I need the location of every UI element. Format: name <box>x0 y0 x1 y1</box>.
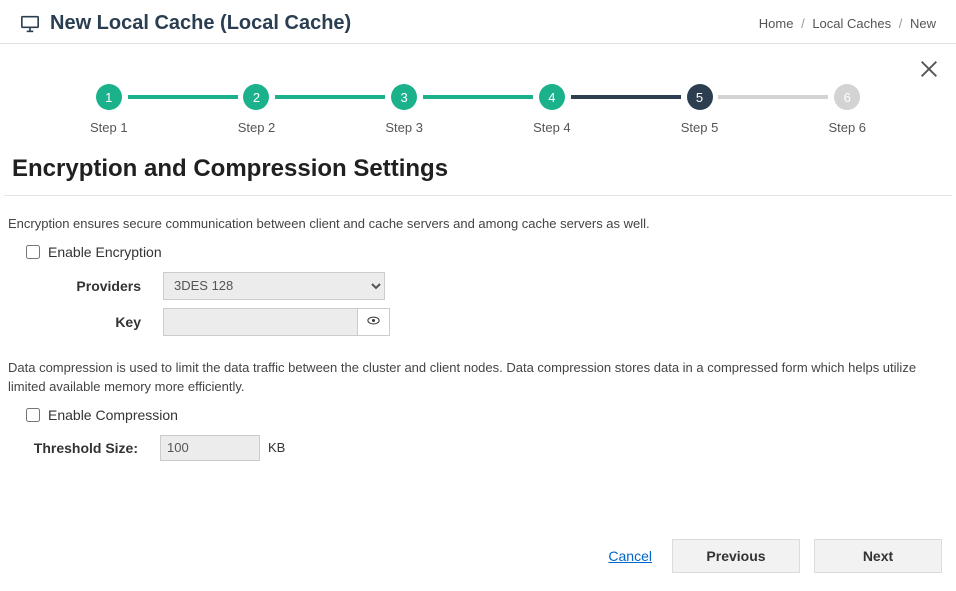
step-circle: 6 <box>834 84 860 110</box>
providers-row: Providers 3DES 128 <box>8 272 948 300</box>
breadcrumb-new: New <box>910 16 936 31</box>
step-label: Step 5 <box>681 120 719 135</box>
step-label: Step 1 <box>90 120 128 135</box>
cancel-link[interactable]: Cancel <box>608 548 652 564</box>
breadcrumb: Home / Local Caches / New <box>759 16 936 31</box>
step-circle: 1 <box>96 84 122 110</box>
breadcrumb-home[interactable]: Home <box>759 16 794 31</box>
enable-compression-label: Enable Compression <box>48 407 178 423</box>
providers-label: Providers <box>8 278 163 294</box>
enable-encryption-checkbox[interactable] <box>26 245 40 259</box>
step-circle: 2 <box>243 84 269 110</box>
page-header: New Local Cache (Local Cache) Home / Loc… <box>0 0 956 44</box>
step-4[interactable]: 4 Step 4 <box>533 84 571 135</box>
header-left: New Local Cache (Local Cache) <box>20 12 351 35</box>
reveal-key-button[interactable] <box>358 308 390 336</box>
eye-icon <box>366 313 381 331</box>
encryption-desc: Encryption ensures secure communication … <box>8 214 948 234</box>
next-button[interactable]: Next <box>814 539 942 573</box>
enable-compression-row[interactable]: Enable Compression <box>26 407 948 423</box>
threshold-unit: KB <box>268 440 285 455</box>
step-6[interactable]: 6 Step 6 <box>828 84 866 135</box>
step-connector <box>275 95 385 99</box>
previous-button[interactable]: Previous <box>672 539 800 573</box>
breadcrumb-sep: / <box>801 16 805 31</box>
step-3[interactable]: 3 Step 3 <box>385 84 423 135</box>
compression-desc: Data compression is used to limit the da… <box>8 358 948 397</box>
step-connector <box>718 95 828 99</box>
step-circle: 3 <box>391 84 417 110</box>
step-label: Step 3 <box>385 120 423 135</box>
threshold-input[interactable] <box>160 435 260 461</box>
step-1[interactable]: 1 Step 1 <box>90 84 128 135</box>
key-row: Key <box>8 308 948 336</box>
step-label: Step 2 <box>238 120 276 135</box>
breadcrumb-sep: / <box>899 16 903 31</box>
step-connector <box>571 95 681 99</box>
wizard-stepper: 1 Step 1 2 Step 2 3 Step 3 4 Step 4 5 St… <box>0 44 956 145</box>
step-label: Step 4 <box>533 120 571 135</box>
section-title: Encryption and Compression Settings <box>4 145 952 196</box>
step-connector <box>423 95 533 99</box>
threshold-row: Threshold Size: KB <box>30 435 948 461</box>
enable-encryption-label: Enable Encryption <box>48 244 162 260</box>
footer-actions: Cancel Previous Next <box>608 539 942 573</box>
breadcrumb-caches[interactable]: Local Caches <box>812 16 891 31</box>
step-label: Step 6 <box>828 120 866 135</box>
key-label: Key <box>8 314 163 330</box>
step-2[interactable]: 2 Step 2 <box>238 84 276 135</box>
threshold-label: Threshold Size: <box>30 440 160 456</box>
enable-compression-checkbox[interactable] <box>26 408 40 422</box>
page-title: New Local Cache (Local Cache) <box>50 12 351 35</box>
key-input-group <box>163 308 390 336</box>
step-5[interactable]: 5 Step 5 <box>681 84 719 135</box>
monitor-icon <box>20 15 40 33</box>
providers-select[interactable]: 3DES 128 <box>163 272 385 300</box>
step-circle: 5 <box>687 84 713 110</box>
enable-encryption-row[interactable]: Enable Encryption <box>26 244 948 260</box>
step-circle: 4 <box>539 84 565 110</box>
key-input[interactable] <box>163 308 358 336</box>
step-connector <box>128 95 238 99</box>
content: Encryption ensures secure communication … <box>0 196 956 475</box>
